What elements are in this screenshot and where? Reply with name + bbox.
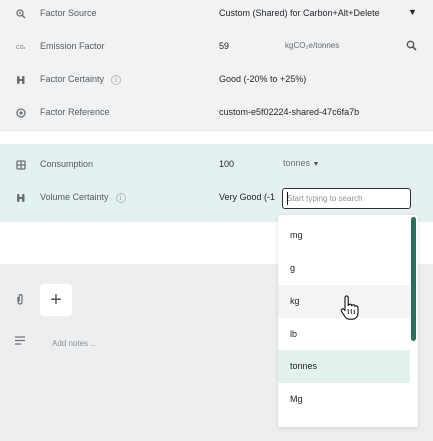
volume-certainty-label: Volume Certainty i	[40, 192, 126, 203]
unit-select[interactable]: tonnes ▼	[283, 158, 319, 168]
factor-source-label: Factor Source	[40, 8, 97, 18]
volume-certainty-value[interactable]: Very Good (-1	[219, 192, 275, 202]
unit-option-g[interactable]: g	[278, 252, 410, 285]
factor-source-row: Factor Source Custom (Shared) for Carbon…	[0, 2, 433, 26]
factor-reference-label: Factor Reference	[40, 107, 110, 117]
factor-reference-row: Factor Reference custom-e5f02224-shared-…	[0, 101, 433, 125]
consumption-value[interactable]: 100	[219, 159, 234, 169]
emission-factor-value[interactable]: 59	[219, 41, 229, 51]
consumption-label: Consumption	[40, 159, 94, 169]
unit-option-mg-mega[interactable]: Mg	[278, 383, 410, 416]
consumption-icon	[16, 160, 26, 170]
unit-search-input[interactable]	[282, 188, 411, 209]
consumption-row: Consumption 100 tonnes ▼	[0, 153, 433, 177]
certainty-icon	[16, 193, 26, 203]
emission-factor-label: Emission Factor	[40, 41, 105, 51]
unit-option-tonnes[interactable]: tonnes	[278, 350, 410, 383]
svg-text:CO₂: CO₂	[16, 45, 25, 51]
caret-down-icon[interactable]: ▼	[408, 7, 417, 17]
factor-certainty-row: Factor Certainty i Good (-20% to +25%)	[0, 68, 433, 92]
text-cursor	[287, 192, 288, 205]
factor-certainty-label: Factor Certainty i	[40, 74, 122, 85]
factor-reference-value: custom-e5f02224-shared-47c6fa7b	[219, 107, 360, 117]
reference-icon	[16, 108, 26, 118]
factor-source-icon	[16, 9, 26, 19]
certainty-icon	[16, 75, 26, 85]
emission-factor-row: CO₂ Emission Factor 59 kgCO₂e/tonnes	[0, 35, 433, 59]
emission-factor-icon: CO₂	[16, 42, 26, 52]
search-icon[interactable]	[406, 40, 417, 53]
hand-pointer-icon	[339, 295, 359, 323]
info-icon[interactable]: i	[111, 75, 122, 85]
factor-certainty-value[interactable]: Good (-20% to +25%)	[219, 74, 306, 84]
add-attachment-button[interactable]: +	[40, 284, 72, 316]
dropdown-scrollbar[interactable]	[411, 217, 416, 341]
info-icon[interactable]: i	[115, 193, 126, 203]
caret-down-icon: ▼	[312, 161, 320, 168]
notes-field[interactable]: Add notes ...	[52, 339, 97, 348]
notes-icon	[15, 336, 25, 347]
emission-factor-unit: kgCO₂e/tonnes	[285, 41, 340, 50]
section-gap	[0, 131, 433, 144]
paperclip-icon	[15, 294, 25, 308]
factor-source-value[interactable]: Custom (Shared) for Carbon+Alt+Delete	[219, 8, 380, 18]
unit-option-mg[interactable]: mg	[278, 219, 410, 252]
